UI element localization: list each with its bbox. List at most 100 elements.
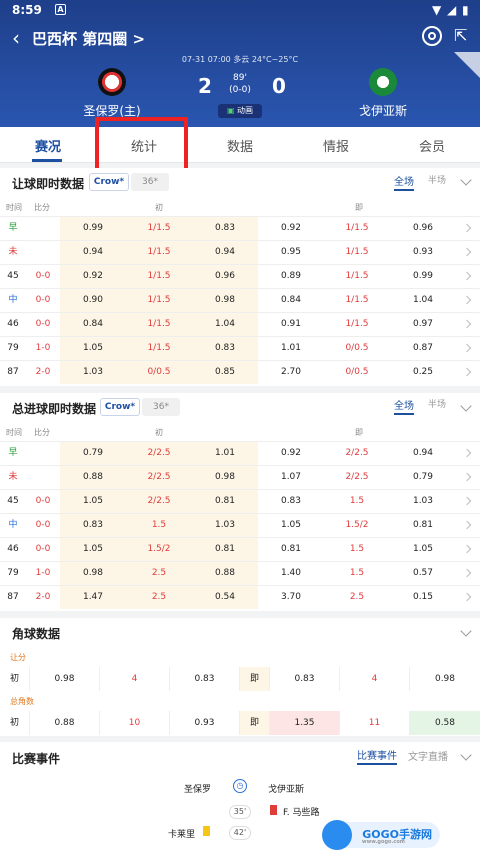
table-row[interactable]: 79 1-0 0.98 2.5 0.88 1.40 1.5 0.57 [0, 561, 480, 585]
away-team[interactable]: 戈伊亚斯 [323, 68, 443, 119]
row-time: 45 [7, 271, 19, 281]
chevron-right-icon[interactable] [462, 496, 472, 506]
odds-cell: 1.03 [192, 514, 258, 537]
status-time: 8:59 [12, 3, 42, 17]
chevron-right-icon[interactable] [462, 247, 472, 257]
table-row[interactable]: 79 1-0 1.05 1/1.5 0.83 1.01 0/0.5 0.87 [0, 336, 480, 360]
events-title: 比赛事件 [12, 752, 61, 766]
chevron-right-icon[interactable] [462, 271, 472, 281]
odds-cell: 0.92 [280, 223, 302, 233]
row-time: 早 [8, 448, 18, 458]
home-team[interactable]: 圣保罗(主) [52, 68, 172, 119]
odds-cell: 2.5 [126, 562, 192, 585]
full-time-tab[interactable]: 全场 [394, 173, 414, 191]
chevron-down-icon[interactable] [460, 749, 472, 761]
away-team-name: 戈伊亚斯 [358, 104, 407, 118]
favorite-star-icon[interactable] [454, 52, 480, 78]
events-tab[interactable]: 比赛事件 [357, 747, 397, 765]
table-row[interactable]: 46 0-0 1.05 1.5/2 0.81 0.81 1.5 1.05 [0, 537, 480, 561]
odds-cell: 3.70 [280, 592, 302, 602]
table-row[interactable]: 45 0-0 0.92 1/1.5 0.96 0.89 1/1.5 0.99 [0, 264, 480, 288]
odds-cell: 1/1.5 [345, 247, 369, 257]
chevron-down-icon[interactable] [460, 400, 472, 412]
table-row[interactable]: 早 0.79 2/2.5 1.01 0.92 2/2.5 0.94 [0, 441, 480, 465]
col-time: 时间 [6, 428, 22, 437]
animation-label: 动画 [237, 106, 254, 115]
odds-cell: 0.87 [412, 343, 434, 353]
odds-cell: 0.99 [60, 217, 126, 240]
odds-cell: 0.98 [60, 562, 126, 585]
odds-cell: 1.05 [280, 520, 302, 530]
odds-cell: 1.03 [60, 361, 126, 384]
odds-cell: 0.25 [412, 367, 434, 377]
corner-value: 0.88 [30, 711, 100, 735]
commentary-tab[interactable]: 文字直播 [408, 748, 448, 763]
chevron-right-icon[interactable] [462, 367, 472, 377]
row-time: 79 [7, 343, 19, 353]
odds-cell: 0.79 [60, 442, 126, 465]
row-score [26, 466, 60, 489]
table-row[interactable]: 87 2-0 1.03 0/0.5 0.85 2.70 0/0.5 0.25 [0, 360, 480, 384]
table-row[interactable]: 87 2-0 1.47 2.5 0.54 3.70 2.5 0.15 [0, 585, 480, 609]
animation-button[interactable]: ▣ 动画 [218, 104, 262, 118]
half-time-tab[interactable]: 半场 [428, 173, 446, 186]
chevron-right-icon[interactable] [462, 448, 472, 458]
odds-cell: 0.15 [412, 592, 434, 602]
odds-cell: 0.98 [192, 289, 258, 312]
row-score [26, 241, 60, 264]
table-row[interactable]: 46 0-0 0.84 1/1.5 1.04 0.91 1/1.5 0.97 [0, 312, 480, 336]
yellow-card-icon [203, 826, 210, 836]
chevron-right-icon[interactable] [462, 592, 472, 602]
company-36-button[interactable]: 36* [142, 398, 180, 416]
table-row[interactable]: 45 0-0 1.05 2/2.5 0.81 0.83 1.5 1.03 [0, 489, 480, 513]
row-time: 46 [7, 319, 19, 329]
target-icon[interactable] [422, 26, 442, 46]
odds-cell: 0.54 [192, 586, 258, 609]
company-crow-button[interactable]: Crow* [100, 398, 140, 416]
odds-cell: 1.5/2 [345, 520, 369, 530]
chevron-down-icon[interactable] [460, 174, 472, 186]
chevron-right-icon[interactable] [462, 568, 472, 578]
odds-cell: 1.03 [412, 496, 434, 506]
table-row[interactable]: 中 0-0 0.90 1/1.5 0.98 0.84 1/1.5 1.04 [0, 288, 480, 312]
table-row[interactable]: 未 0.88 2/2.5 0.98 1.07 2/2.5 0.79 [0, 465, 480, 489]
tab-data[interactable]: 数据 [200, 136, 280, 155]
chevron-right-icon[interactable] [462, 319, 472, 329]
chevron-down-icon[interactable] [460, 625, 472, 637]
page-title[interactable]: 巴西杯 第四圈 > [32, 28, 145, 49]
tab-intel[interactable]: 情报 [296, 136, 376, 155]
watermark-logo [322, 820, 352, 850]
chevron-right-icon[interactable] [462, 472, 472, 482]
chevron-right-icon[interactable] [462, 343, 472, 353]
table-row[interactable]: 早 0.99 1/1.5 0.83 0.92 1/1.5 0.96 [0, 216, 480, 240]
chevron-right-icon[interactable] [462, 520, 472, 530]
odds-cell: 1.07 [280, 472, 302, 482]
animation-icon: ▣ [226, 106, 238, 115]
half-time-tab[interactable]: 半场 [428, 397, 446, 410]
tab-member[interactable]: 会员 [392, 136, 472, 155]
company-crow-button[interactable]: Crow* [89, 173, 129, 191]
odds-cell: 1.05 [60, 538, 126, 561]
company-36-button[interactable]: 36* [131, 173, 169, 191]
chevron-right-icon[interactable] [462, 544, 472, 554]
odds-cell: 0.83 [192, 337, 258, 360]
odds-cell: 1.04 [412, 295, 434, 305]
odds-cell: 0.94 [412, 448, 434, 458]
back-icon[interactable]: ‹ [12, 26, 20, 50]
half-score: (0-0) [229, 85, 251, 95]
chevron-right-icon[interactable] [462, 223, 472, 233]
share-icon[interactable]: ⇱ [454, 26, 467, 45]
chevron-right-icon[interactable] [462, 295, 472, 305]
row-score: 0-0 [35, 544, 51, 554]
table-row[interactable]: 中 0-0 0.83 1.5 1.03 1.05 1.5/2 0.81 [0, 513, 480, 537]
odds-cell: 1.01 [280, 343, 302, 353]
odds-cell: 2.5 [349, 592, 365, 602]
table-row[interactable]: 未 0.94 1/1.5 0.94 0.95 1/1.5 0.93 [0, 240, 480, 264]
full-time-tab[interactable]: 全场 [394, 397, 414, 415]
tab-match[interactable]: 赛况 [8, 136, 88, 155]
odds-cell: 0.96 [192, 265, 258, 288]
odds-cell: 1/1.5 [126, 241, 192, 264]
highlight-box [95, 117, 188, 172]
wifi-icon: ▼ [432, 3, 442, 17]
odds-cell: 0.57 [412, 568, 434, 578]
